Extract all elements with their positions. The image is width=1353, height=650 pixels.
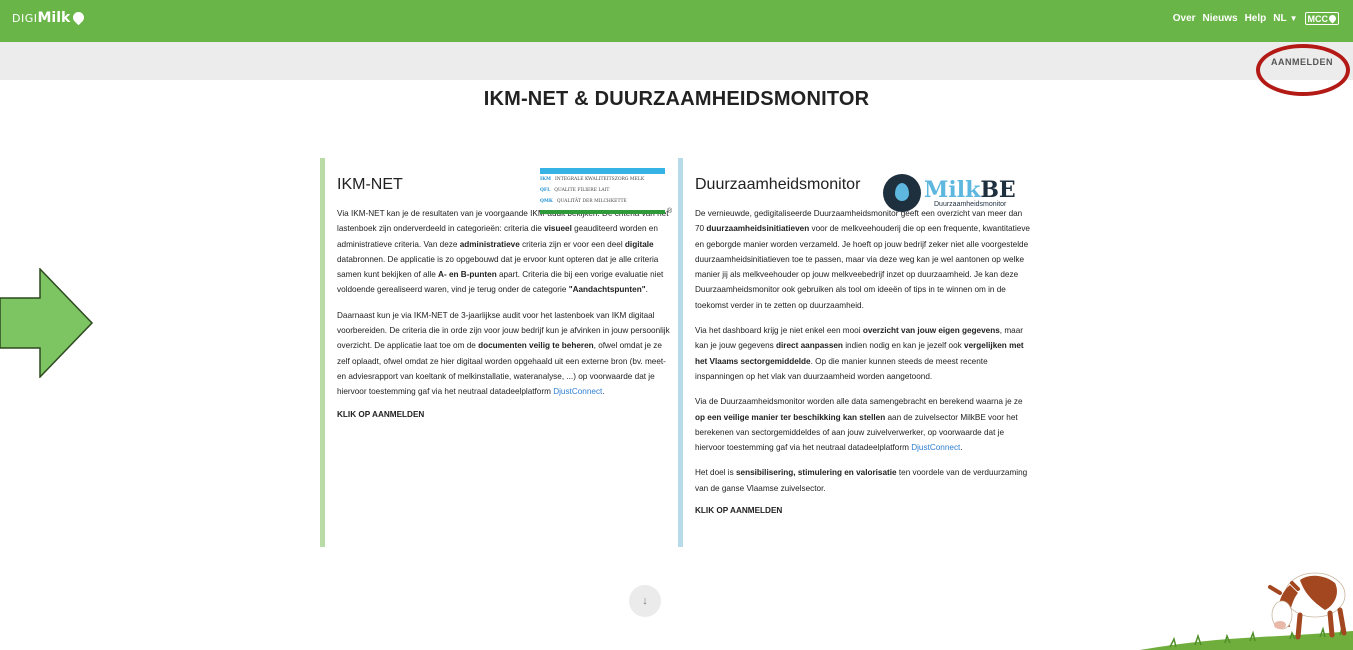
drop-icon xyxy=(1327,13,1338,24)
ikm-paragraph-1: Via IKM-NET kan je de resultaten van je … xyxy=(337,209,669,295)
milkbe-logo: MilkBE Duurzaamheidsmonitor xyxy=(883,172,1023,214)
djustconnect-link[interactable]: DjustConnect xyxy=(911,443,960,452)
milkbe-word-be: BE xyxy=(980,176,1016,203)
djustconnect-link[interactable]: DjustConnect xyxy=(553,387,602,396)
nav-link-nieuws[interactable]: Nieuws xyxy=(1203,13,1238,24)
nav-link-help[interactable]: Help xyxy=(1245,13,1267,24)
logo-row-qfl: QFL QUALITE FILIERE LAIT xyxy=(540,188,610,193)
ikm-logo: IKM INTEGRALE KWALITEITSZORG MELK QFL QUAL… xyxy=(540,168,672,218)
nav-link-over[interactable]: Over xyxy=(1173,13,1196,24)
milkbe-word-milk: Milk xyxy=(924,176,981,203)
chevron-down-icon: ▼ xyxy=(1289,14,1298,23)
mcc-label: MCC xyxy=(1307,13,1329,24)
digimilk-logo[interactable]: DIGI Milk xyxy=(12,9,87,26)
duurzaamheidsmonitor-card: Duurzaamheidsmonitor MilkBE Duurzaamheid… xyxy=(678,158,1040,547)
mcc-logo[interactable]: MCC xyxy=(1304,12,1339,25)
duurzaam-paragraph-1: De vernieuwde, gedigitaliseerde Duurzaam… xyxy=(695,209,1030,310)
scroll-down-button[interactable]: ↓ xyxy=(629,585,661,617)
logo-main: Milk xyxy=(37,10,71,26)
logo-row-qmk: QMK QUALITÄT DER MILCHKETTE xyxy=(540,199,627,204)
cow-illustration xyxy=(1140,572,1353,650)
logo-row-ikm: IKM INTEGRALE KWALITEITSZORG MELK xyxy=(540,177,645,182)
duurzaam-paragraph-4: Het doel is sensibilisering, stimulering… xyxy=(695,468,1028,493)
milkbe-subtitle: Duurzaamheidsmonitor xyxy=(934,200,1007,208)
sub-header-bar xyxy=(0,42,1353,80)
duurzaam-paragraph-2: Via het dashboard krijg je niet enkel ee… xyxy=(695,326,1024,381)
arrow-right-icon xyxy=(0,268,94,378)
ikm-paragraph-2: Daarnaast kun je via IKM-NET de 3-jaarli… xyxy=(337,310,670,397)
milkbe-drop-icon xyxy=(883,174,921,212)
language-selector[interactable]: NL ▼ xyxy=(1273,13,1297,24)
logo-bar-top xyxy=(540,168,665,174)
duurzaam-cta: KLIK OP AANMELDEN xyxy=(695,506,783,516)
logo-bar-bottom xyxy=(540,210,665,214)
ikm-cta: KLIK OP AANMELDEN xyxy=(337,409,425,419)
duurzaam-paragraph-3: Via de Duurzaamheidsmonitor worden alle … xyxy=(695,397,1023,453)
drop-icon xyxy=(71,9,87,26)
logo-prefix: DIGI xyxy=(12,12,38,25)
ikm-net-card: IKM-NET IKM INTEGRALE KWALITEITSZORG MELK… xyxy=(320,158,675,547)
top-header: DIGI Milk Over Nieuws Help NL ▼ MCC xyxy=(0,0,1353,42)
top-nav: Over Nieuws Help NL ▼ MCC xyxy=(1173,12,1339,25)
language-label: NL xyxy=(1273,13,1287,24)
registered-mark: ® xyxy=(667,208,673,215)
page-title: IKM-NET & DUURZAAMHEIDSMONITOR xyxy=(483,88,870,110)
